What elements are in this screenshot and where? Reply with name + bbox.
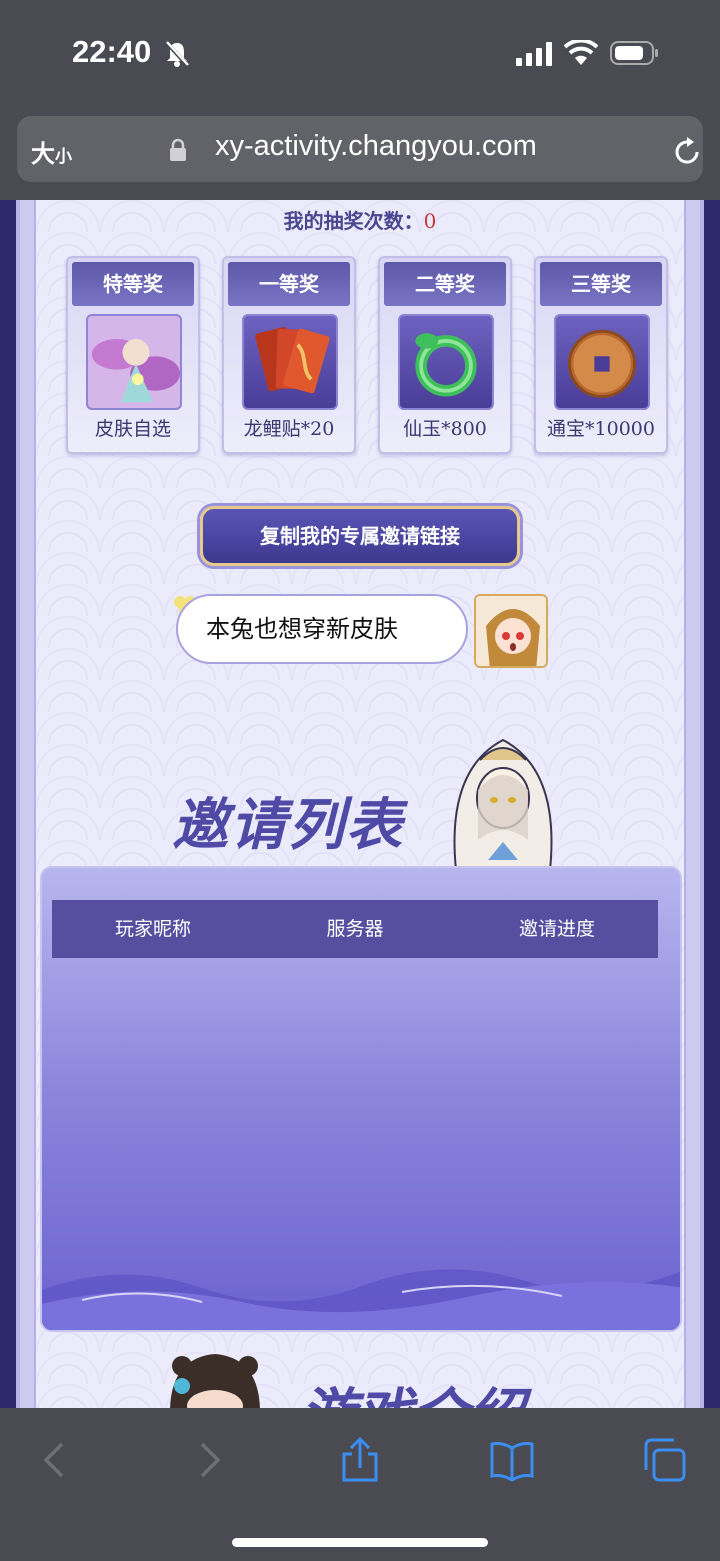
back-icon[interactable] (30, 1436, 78, 1484)
browser-toolbar (0, 1408, 720, 1561)
text-size-button[interactable]: 大小 (31, 134, 72, 169)
wave-decoration (42, 1269, 680, 1330)
skin-character-icon (86, 314, 182, 410)
character-illustration-2 (170, 1354, 260, 1408)
status-bar: 22:40 (0, 0, 720, 110)
prize-card-third: 三等奖 通宝*10000 (534, 256, 668, 454)
speech-bubble: 本兔也想穿新皮肤 (176, 594, 468, 664)
home-indicator (232, 1538, 488, 1547)
prize-card-first: 一等奖 龙鲤贴*20 (222, 256, 356, 454)
column-header-progress: 邀请进度 (518, 918, 595, 940)
invite-list-title: 邀请列表 (172, 792, 404, 858)
character-avatar (474, 594, 548, 668)
column-header-nickname: 玩家昵称 (114, 918, 191, 940)
share-icon[interactable] (336, 1436, 384, 1484)
tabs-icon[interactable] (640, 1436, 688, 1484)
lottery-count: 我的抽奖次数：0 (283, 209, 437, 233)
column-header-server: 服务器 (326, 918, 384, 940)
lottery-count-value: 0 (423, 209, 437, 233)
url-text[interactable]: xy-activity.changyou.com (215, 130, 537, 163)
prize-card-grand: 特等奖 皮肤自选 (66, 256, 200, 454)
lock-icon (170, 138, 186, 161)
wifi-icon (564, 40, 598, 65)
battery-icon (610, 41, 658, 65)
activity-page: 我的抽奖次数：0 特等奖 皮肤自选 一等奖 龙鲤贴*20 二等奖 仙玉*800 … (0, 200, 720, 1408)
address-bar[interactable]: 大小 xy-activity.changyou.com (17, 116, 703, 182)
cellular-signal-icon (516, 42, 552, 66)
dragon-carp-sticker-icon (242, 314, 338, 410)
silent-bell-icon (164, 40, 190, 68)
jade-dragon-icon (398, 314, 494, 410)
forward-icon[interactable] (186, 1436, 234, 1484)
browser-top-bar: 大小 xy-activity.changyou.com (0, 110, 720, 200)
invite-list-table: 玩家昵称 服务器 邀请进度 (40, 866, 682, 1332)
clock: 22:40 (72, 34, 152, 69)
game-intro-title: 游戏介绍 (300, 1370, 524, 1408)
coin-icon (554, 314, 650, 410)
prize-card-second: 二等奖 仙玉*800 (378, 256, 512, 454)
character-illustration (453, 738, 553, 870)
copy-invite-link-button[interactable]: 复制我的专属邀请链接 (200, 506, 520, 566)
bookmarks-icon[interactable] (488, 1436, 536, 1484)
table-header: 玩家昵称 服务器 邀请进度 (52, 900, 658, 958)
reload-icon[interactable] (671, 136, 703, 168)
